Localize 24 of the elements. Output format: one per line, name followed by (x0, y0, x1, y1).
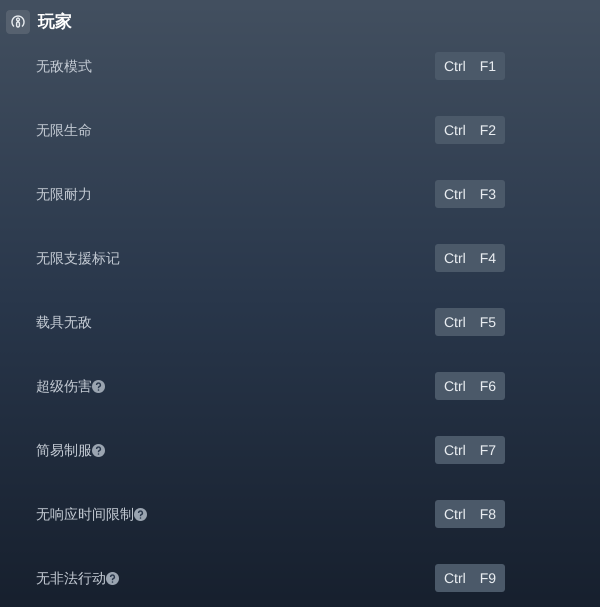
hotkey-button[interactable]: Ctrl F1 (435, 52, 505, 80)
cheat-label: 超级伤害 (36, 376, 92, 396)
cheat-label: 简易制服 (36, 440, 92, 460)
player-icon (6, 10, 30, 34)
section-title: 玩家 (38, 10, 72, 33)
cheat-label: 无非法行动 (36, 568, 106, 588)
cheat-label: 无限支援标记 (36, 248, 120, 268)
help-icon[interactable] (92, 444, 105, 456)
cheat-label: 无限耐力 (36, 184, 92, 204)
hotkey-button[interactable]: Ctrl F6 (435, 372, 505, 400)
cheat-label: 载具无敌 (36, 312, 92, 332)
help-icon[interactable] (92, 380, 105, 392)
cheat-label: 无限生命 (36, 120, 92, 140)
hotkey-button[interactable]: Ctrl F9 (435, 564, 505, 592)
help-icon[interactable] (134, 508, 147, 520)
hotkey-button[interactable]: Ctrl F5 (435, 308, 505, 336)
hotkey-button[interactable]: Ctrl F8 (435, 500, 505, 528)
help-icon[interactable] (106, 572, 119, 584)
cheat-label: 无响应时间限制 (36, 504, 134, 524)
hotkey-button[interactable]: Ctrl F7 (435, 436, 505, 464)
hotkey-button[interactable]: Ctrl F4 (435, 244, 505, 272)
hotkey-button[interactable]: Ctrl F3 (435, 180, 505, 208)
hotkey-button[interactable]: Ctrl F2 (435, 116, 505, 144)
cheat-label: 无敌模式 (36, 56, 92, 76)
